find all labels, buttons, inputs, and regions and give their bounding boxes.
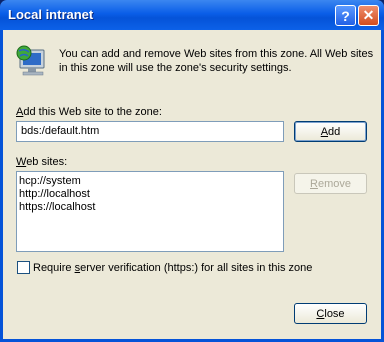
list-item[interactable]: https://localhost bbox=[19, 201, 281, 214]
list-item[interactable]: http://localhost bbox=[19, 188, 281, 201]
require-verification-label[interactable]: Require server verification (https:) for… bbox=[33, 262, 312, 274]
computer-globe-icon bbox=[16, 45, 45, 76]
window-title: Local intranet bbox=[8, 7, 94, 22]
add-site-input[interactable]: bds:/default.htm bbox=[16, 121, 284, 142]
dialog-window: Local intranet ? ✕ You can add and remov… bbox=[0, 0, 384, 342]
close-button[interactable]: Close bbox=[294, 303, 367, 324]
intro-description: You can add and remove Web sites from th… bbox=[59, 48, 374, 74]
websites-label: Web sites: bbox=[16, 156, 68, 168]
close-window-button[interactable]: ✕ bbox=[358, 5, 379, 26]
title-bar[interactable]: Local intranet ? ✕ bbox=[0, 0, 384, 30]
add-site-label: Add this Web site to the zone: bbox=[16, 106, 162, 118]
websites-list[interactable]: hcp://system http://localhost https://lo… bbox=[16, 171, 284, 252]
close-icon: ✕ bbox=[362, 7, 375, 23]
list-item[interactable]: hcp://system bbox=[19, 175, 281, 188]
require-verification-checkbox[interactable] bbox=[17, 261, 30, 274]
add-button[interactable]: Add bbox=[294, 121, 367, 142]
help-button[interactable]: ? bbox=[335, 5, 356, 26]
remove-button[interactable]: Remove bbox=[294, 173, 367, 194]
help-icon: ? bbox=[341, 7, 350, 24]
dialog-client-area: You can add and remove Web sites from th… bbox=[3, 30, 381, 339]
